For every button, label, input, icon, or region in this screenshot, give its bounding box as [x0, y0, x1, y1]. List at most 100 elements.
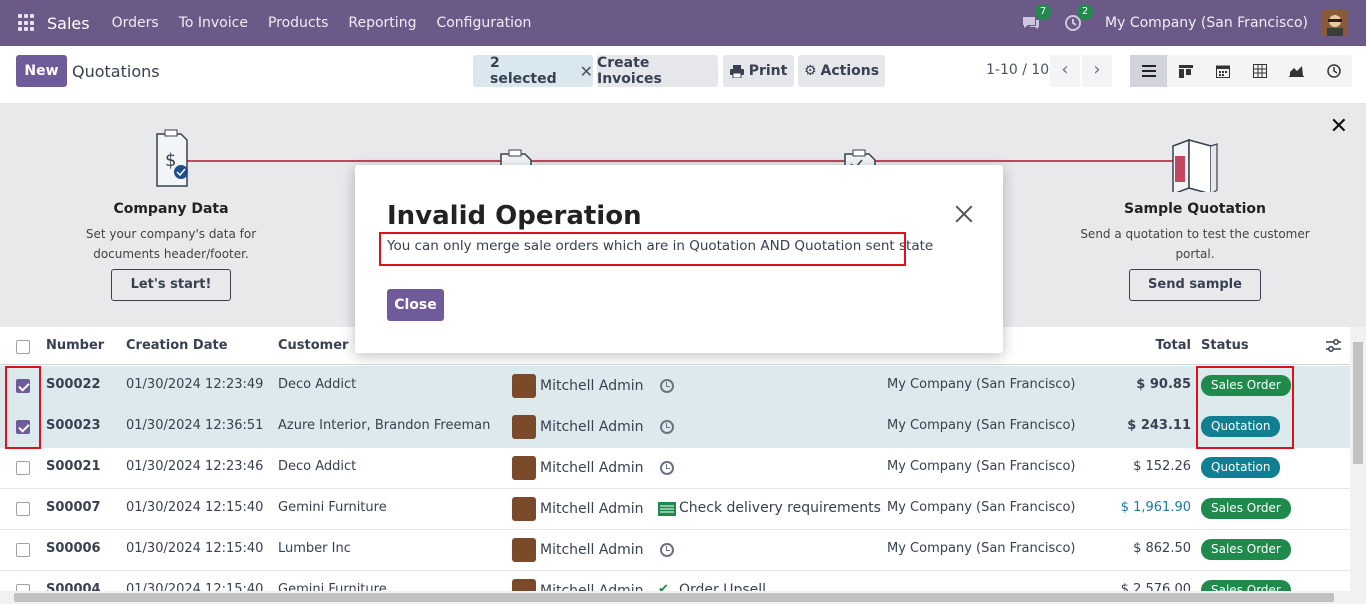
optional-columns-icon[interactable]: [1326, 339, 1341, 357]
activity-view-icon[interactable]: [1315, 55, 1352, 87]
salesperson-avatar: [512, 415, 536, 439]
salesperson-avatar: [512, 497, 536, 521]
clear-selection-icon[interactable]: ✕: [580, 62, 593, 81]
quotations-list: Number Creation Date Customer Total Stat…: [0, 327, 1350, 604]
close-button[interactable]: Close: [387, 289, 444, 321]
step-name: Company Data: [113, 201, 229, 217]
vertical-scrollbar[interactable]: [1350, 327, 1366, 604]
salesperson-avatar: [512, 538, 536, 562]
company: My Company (San Francisco): [887, 500, 1076, 515]
salesperson-avatar: [512, 456, 536, 480]
header-creation-date[interactable]: Creation Date: [126, 338, 228, 353]
gear-icon: ⚙: [803, 63, 817, 79]
row-checkbox[interactable]: [16, 502, 30, 516]
table-row[interactable]: S00007 01/30/2024 12:15:40 Gemini Furnit…: [0, 489, 1350, 530]
close-onboarding-icon[interactable]: ✕: [1330, 114, 1348, 139]
page-title: Quotations: [72, 62, 160, 81]
activity-clock-icon[interactable]: [660, 379, 674, 393]
creation-date: 01/30/2024 12:15:40: [126, 500, 264, 515]
menu-orders[interactable]: Orders: [112, 15, 159, 31]
send-sample-button[interactable]: Send sample: [1129, 269, 1261, 301]
menu-products[interactable]: Products: [268, 15, 328, 31]
customer: Deco Addict: [278, 459, 357, 474]
order-number: S00007: [46, 500, 101, 515]
actions-button[interactable]: ⚙ Actions: [798, 55, 885, 87]
kanban-view-icon[interactable]: [1167, 55, 1204, 87]
highlight-status: [1196, 366, 1294, 449]
order-total: $ 243.11: [1127, 418, 1191, 433]
salesperson-avatar: [512, 374, 536, 398]
activity-clock-icon[interactable]: [660, 461, 674, 475]
print-label: Print: [748, 63, 788, 79]
header-customer[interactable]: Customer: [278, 338, 348, 353]
messages-icon[interactable]: 7: [1021, 4, 1052, 33]
activity-clock-icon[interactable]: [660, 420, 674, 434]
header-total[interactable]: Total: [1155, 338, 1191, 353]
messages-count-badge: 7: [1035, 4, 1052, 20]
close-icon[interactable]: [955, 205, 973, 223]
app-menu-icon[interactable]: [18, 14, 36, 32]
creation-date: 01/30/2024 12:23:49: [126, 377, 264, 392]
pivot-view-icon[interactable]: [1241, 55, 1278, 87]
user-avatar[interactable]: [1322, 10, 1348, 36]
menu-reporting[interactable]: Reporting: [348, 15, 416, 31]
row-checkbox[interactable]: [16, 461, 30, 475]
table-row[interactable]: S00022 01/30/2024 12:23:49 Deco Addict M…: [0, 366, 1350, 407]
activities-icon[interactable]: 2: [1063, 4, 1094, 33]
status-badge: Quotation: [1201, 457, 1281, 478]
company-switcher[interactable]: My Company (San Francisco): [1105, 15, 1308, 31]
table-row[interactable]: S00006 01/30/2024 12:15:40 Lumber Inc Mi…: [0, 530, 1350, 571]
header-status[interactable]: Status: [1201, 338, 1249, 353]
activity-summary[interactable]: Check delivery requirements: [679, 500, 881, 516]
todo-list-icon[interactable]: [658, 502, 676, 516]
app-name[interactable]: Sales: [47, 14, 90, 33]
list-view-icon[interactable]: [1130, 55, 1167, 87]
activities-count-badge: 2: [1077, 4, 1094, 20]
creation-date: 01/30/2024 12:36:51: [126, 418, 264, 433]
table-row[interactable]: S00021 01/30/2024 12:23:46 Deco Addict M…: [0, 448, 1350, 489]
open-book-icon: [1167, 128, 1223, 196]
pager-previous-button[interactable]: ‹: [1050, 55, 1080, 87]
table-row[interactable]: S00023 01/30/2024 12:36:51 Azure Interio…: [0, 407, 1350, 448]
customer: Deco Addict: [278, 377, 357, 392]
menu-to-invoice[interactable]: To Invoice: [179, 15, 248, 31]
company: My Company (San Francisco): [887, 377, 1076, 392]
menu-configuration[interactable]: Configuration: [436, 15, 531, 31]
selection-indicator: 2 selected ✕: [473, 55, 593, 87]
order-number: S00022: [46, 377, 101, 392]
step-name: Sample Quotation: [1123, 201, 1266, 217]
print-button[interactable]: Print: [723, 55, 794, 87]
highlight-message: [379, 232, 906, 266]
dialog-title: Invalid Operation: [387, 201, 642, 231]
salesperson: Mitchell Admin: [540, 378, 644, 394]
salesperson: Mitchell Admin: [540, 501, 644, 517]
salesperson: Mitchell Admin: [540, 419, 644, 435]
company: My Company (San Francisco): [887, 418, 1076, 433]
activity-clock-icon[interactable]: [660, 543, 674, 557]
creation-date: 01/30/2024 12:15:40: [126, 541, 264, 556]
calendar-view-icon[interactable]: [1204, 55, 1241, 87]
pager-value[interactable]: 1-10 / 10: [986, 62, 1049, 78]
row-checkbox[interactable]: [16, 543, 30, 557]
create-invoices-button[interactable]: Create Invoices: [597, 55, 718, 87]
order-total: $ 90.85: [1136, 377, 1191, 392]
print-icon: [729, 64, 744, 78]
order-total: $ 152.26: [1133, 459, 1191, 474]
pager-next-button[interactable]: ›: [1082, 55, 1112, 87]
graph-view-icon[interactable]: [1278, 55, 1315, 87]
company: My Company (San Francisco): [887, 541, 1076, 556]
highlight-checkboxes: [5, 366, 41, 449]
lets-start-button[interactable]: Let's start!: [111, 269, 231, 301]
step-description: Send a quotation to test the customer po…: [1080, 227, 1310, 261]
salesperson: Mitchell Admin: [540, 460, 644, 476]
salesperson: Mitchell Admin: [540, 542, 644, 558]
order-total: $ 1,961.90: [1120, 500, 1191, 515]
top-navbar: Sales Orders To Invoice Products Reporti…: [0, 0, 1366, 46]
header-number[interactable]: Number: [46, 338, 104, 353]
horizontal-scrollbar[interactable]: [0, 591, 1350, 604]
order-number: S00023: [46, 418, 101, 433]
customer: Gemini Furniture: [278, 500, 387, 515]
new-button[interactable]: New: [16, 55, 67, 87]
select-all-checkbox[interactable]: [16, 340, 30, 354]
step-description: Set your company's data for documents he…: [85, 227, 257, 261]
